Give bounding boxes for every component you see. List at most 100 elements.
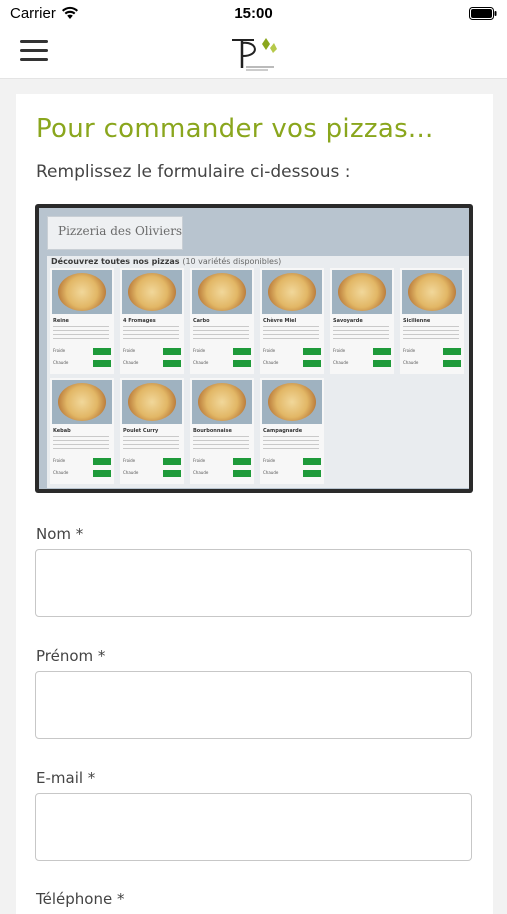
price-label: Froide	[53, 348, 66, 353]
price-label: Froide	[403, 348, 416, 353]
pizza-image	[338, 273, 386, 311]
price-label: Chaude	[193, 470, 209, 475]
price-row: Froide	[193, 348, 251, 356]
pizza-menu-image: Pizzeria des Oliviers Découvrez toutes n…	[35, 204, 473, 493]
price-tag	[443, 360, 461, 367]
price-row: Chaude	[53, 470, 111, 478]
price-row: Froide	[123, 348, 181, 356]
price-row: Froide	[263, 348, 321, 356]
price-row: Froide	[263, 458, 321, 466]
pizza-tile: Poulet Curry Froide Chaude	[120, 378, 184, 484]
prenom-field[interactable]	[35, 671, 472, 739]
pizza-photo	[192, 270, 252, 314]
price-tag	[93, 458, 111, 465]
pizza-image	[198, 383, 246, 421]
pizza-photo	[122, 380, 182, 424]
pizza-image	[128, 273, 176, 311]
pizza-name: Chèvre Miel	[263, 318, 297, 324]
price-row: Froide	[53, 348, 111, 356]
nom-label: Nom *	[36, 525, 84, 543]
price-label: Chaude	[53, 360, 69, 365]
price-row: Chaude	[403, 360, 461, 368]
price-tag	[233, 348, 251, 355]
pizzeria-logo[interactable]	[228, 34, 280, 74]
price-row: Chaude	[53, 360, 111, 368]
email-field[interactable]	[35, 793, 472, 861]
menu-screen: Pizzeria des Oliviers Découvrez toutes n…	[39, 208, 469, 489]
price-row: Chaude	[193, 470, 251, 478]
price-tag	[93, 360, 111, 367]
pizza-name: Savoyarde	[333, 318, 363, 324]
pizza-name: Sicilienne	[403, 318, 431, 324]
price-row: Chaude	[263, 470, 321, 478]
price-label: Chaude	[263, 470, 279, 475]
pizza-name: Kebab	[53, 428, 71, 434]
price-row: Froide	[333, 348, 391, 356]
pizza-description	[193, 436, 249, 450]
pizza-tile: Carbo Froide Chaude	[190, 268, 254, 374]
price-row: Froide	[123, 458, 181, 466]
price-tag	[163, 470, 181, 477]
pizza-description	[123, 326, 179, 340]
hamburger-menu-icon[interactable]	[20, 40, 48, 64]
pizza-description	[123, 436, 179, 450]
pizza-description	[53, 436, 109, 450]
price-row: Chaude	[193, 360, 251, 368]
pizza-description	[263, 326, 319, 340]
price-label: Froide	[263, 458, 276, 463]
pizza-photo	[52, 270, 112, 314]
pizza-name: Poulet Curry	[123, 428, 159, 434]
price-row: Chaude	[333, 360, 391, 368]
price-row: Froide	[403, 348, 461, 356]
pizza-name: Reine	[53, 318, 69, 324]
price-label: Froide	[333, 348, 346, 353]
price-label: Chaude	[123, 470, 139, 475]
pizza-description	[403, 326, 459, 340]
pizza-photo	[192, 380, 252, 424]
content-card: Pour commander vos pizzas... Remplissez …	[16, 94, 493, 914]
clock-time: 15:00	[234, 5, 273, 22]
price-tag	[163, 360, 181, 367]
price-tag	[303, 360, 321, 367]
pizza-photo	[332, 270, 392, 314]
pizza-photo	[52, 380, 112, 424]
pizza-name: Bourbonnaise	[193, 428, 232, 434]
status-bar: Carrier 15:00	[0, 0, 507, 28]
price-label: Chaude	[193, 360, 209, 365]
email-label: E-mail *	[36, 769, 96, 787]
nom-field[interactable]	[35, 549, 472, 617]
pizza-tile: Kebab Froide Chaude	[50, 378, 114, 484]
pizza-tile: Campagnarde Froide Chaude	[260, 378, 324, 484]
price-row: Chaude	[123, 470, 181, 478]
price-label: Froide	[53, 458, 66, 463]
pizza-description	[263, 436, 319, 450]
pizza-image	[268, 273, 316, 311]
price-label: Froide	[123, 348, 136, 353]
menu-header-title: Pizzeria des Oliviers	[58, 224, 183, 238]
pizza-description	[333, 326, 389, 340]
menu-panel: Découvrez toutes nos pizzas (10 variétés…	[47, 256, 469, 488]
pizza-photo	[122, 270, 182, 314]
pizza-name: Campagnarde	[263, 428, 303, 434]
pizza-photo	[262, 380, 322, 424]
price-tag	[233, 470, 251, 477]
pizza-tile: 4 Fromages Froide Chaude	[120, 268, 184, 374]
menu-heading: Découvrez toutes nos pizzas (10 variétés…	[51, 257, 281, 266]
menu-header: Pizzeria des Oliviers	[47, 216, 183, 250]
pizza-image	[58, 273, 106, 311]
price-tag	[443, 348, 461, 355]
pizza-tile: Bourbonnaise Froide Chaude	[190, 378, 254, 484]
telephone-label: Téléphone *	[36, 890, 125, 908]
price-row: Chaude	[263, 360, 321, 368]
price-tag	[303, 348, 321, 355]
price-label: Chaude	[123, 360, 139, 365]
menu-heading-count: (10 variétés disponibles)	[182, 257, 282, 266]
price-tag	[163, 458, 181, 465]
battery-icon	[469, 7, 497, 20]
price-tag	[373, 348, 391, 355]
pizza-photo	[402, 270, 462, 314]
page-title: Pour commander vos pizzas...	[36, 114, 434, 144]
price-row: Froide	[193, 458, 251, 466]
price-label: Froide	[263, 348, 276, 353]
pizza-tile: Reine Froide Chaude	[50, 268, 114, 374]
